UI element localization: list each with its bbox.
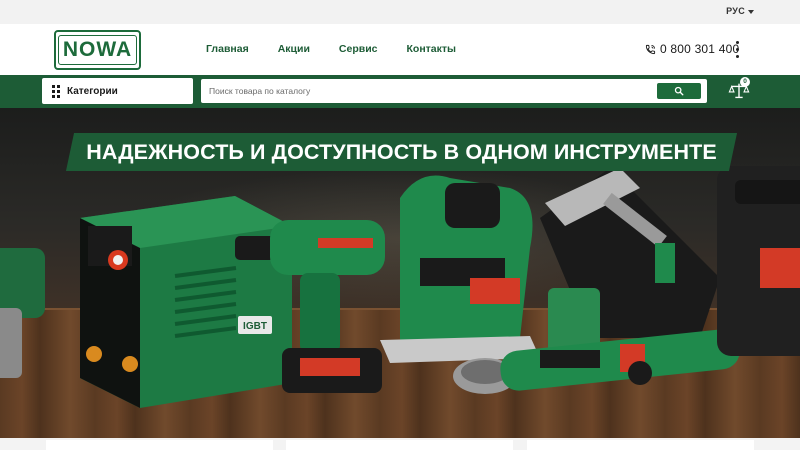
search-button[interactable] [657,83,701,99]
main-nav: Главная Акции Сервис Контакты [206,43,485,55]
top-strip: РУС [0,0,800,24]
phone-number: 0 800 301 400 [660,42,740,56]
logo-frame: NOWA [58,35,137,65]
hero-banner[interactable]: IGBT НАДЕЖНОСТЬ И ДОСТУПНОСТЬ В ОДНОМ ИН… [0,108,800,438]
language-switcher[interactable]: РУС [726,6,754,16]
welder-badge: IGBT [243,321,267,332]
catalog-toolbar: Категории 0 [0,75,800,108]
hero-headline: НАДЕЖНОСТЬ И ДОСТУПНОСТЬ В ОДНОМ ИНСТРУМ… [86,139,717,164]
compare-count-badge: 0 [740,77,750,87]
phone-icon [645,44,656,54]
kebab-menu-icon[interactable] [736,41,739,58]
search-icon [674,86,684,96]
preview-card [46,440,273,450]
categories-button[interactable]: Категории [42,78,193,104]
preview-card [527,440,754,450]
chevron-down-icon [748,9,754,14]
language-label: РУС [726,6,745,16]
nav-item-service[interactable]: Сервис [339,43,378,55]
site-header: NOWA Главная Акции Сервис Контакты 0 800… [0,24,800,75]
nav-item-contacts[interactable]: Контакты [407,43,457,55]
search-box [201,79,707,103]
phone-link[interactable]: 0 800 301 400 [645,42,739,56]
preview-card [286,440,513,450]
content-preview-strip [0,438,800,450]
grid-dots-icon [52,84,60,98]
search-input[interactable] [201,79,651,103]
logo-text: NOWA [62,38,133,61]
jigsaw [380,175,540,363]
brand-logo[interactable]: NOWA [54,30,141,70]
welder-machine [80,196,292,408]
tool-case [717,166,800,356]
left-edge-tool [0,248,45,378]
categories-label: Категории [67,85,118,97]
nav-item-promotions[interactable]: Акции [278,43,310,55]
nav-item-home[interactable]: Главная [206,43,249,55]
tile-cutter [540,168,720,358]
